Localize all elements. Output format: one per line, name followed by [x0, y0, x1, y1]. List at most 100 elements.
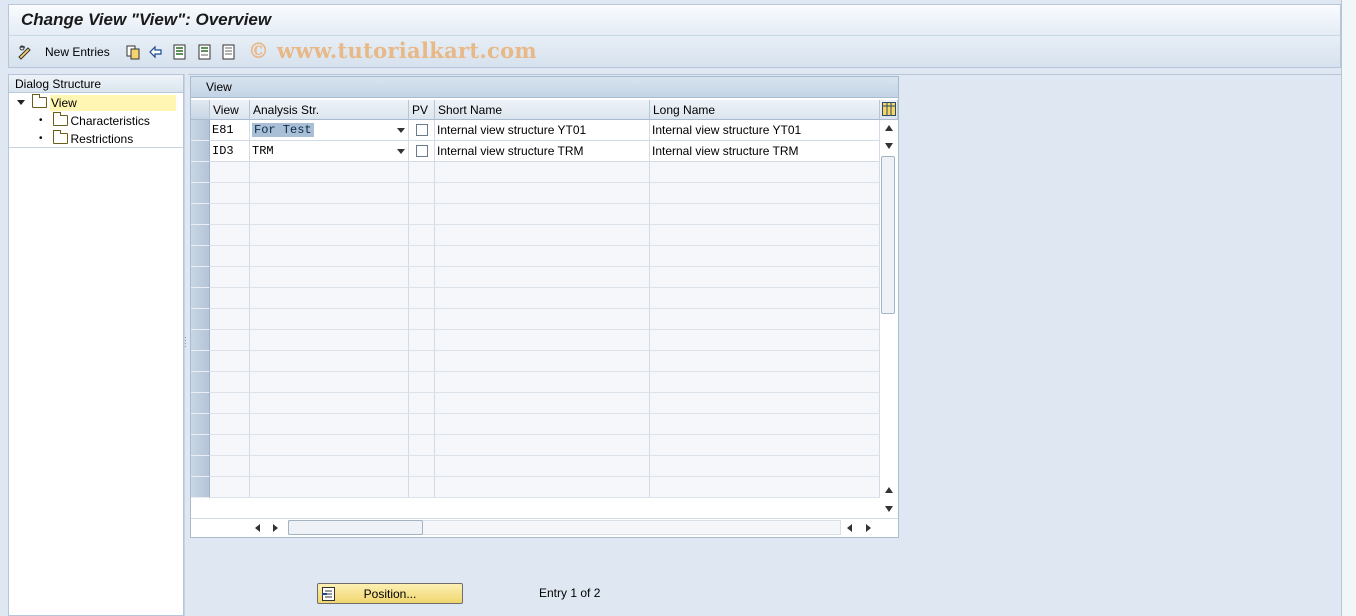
empty-cell[interactable] — [210, 435, 250, 456]
row-selector[interactable] — [191, 414, 210, 435]
dropdown-arrow-icon[interactable] — [397, 149, 405, 154]
empty-cell[interactable] — [650, 162, 880, 183]
empty-cell[interactable] — [250, 246, 409, 267]
empty-cell[interactable] — [409, 456, 435, 477]
empty-cell[interactable] — [250, 288, 409, 309]
table-settings-button[interactable] — [880, 100, 898, 120]
cell-short-name[interactable]: Internal view structure YT01 — [435, 120, 650, 141]
scroll-left-icon[interactable] — [255, 524, 260, 532]
pv-checkbox[interactable] — [416, 145, 428, 157]
empty-cell[interactable] — [250, 435, 409, 456]
empty-cell[interactable] — [435, 330, 650, 351]
empty-cell[interactable] — [250, 330, 409, 351]
new-entries-button[interactable]: New Entries — [17, 42, 110, 62]
empty-cell[interactable] — [210, 372, 250, 393]
scroll-up-icon[interactable] — [885, 125, 893, 131]
empty-cell[interactable] — [250, 204, 409, 225]
deselect-all-icon[interactable] — [221, 44, 237, 60]
empty-cell[interactable] — [210, 183, 250, 204]
cell-long-name[interactable]: Internal view structure TRM — [650, 141, 880, 162]
column-header-pv[interactable]: PV — [409, 100, 435, 120]
row-selector[interactable] — [191, 183, 210, 204]
empty-cell[interactable] — [250, 225, 409, 246]
row-selector[interactable] — [191, 351, 210, 372]
empty-cell[interactable] — [409, 267, 435, 288]
empty-cell[interactable] — [210, 225, 250, 246]
copy-as-icon[interactable] — [125, 44, 141, 60]
scroll-page-up-icon[interactable] — [885, 487, 893, 493]
empty-cell[interactable] — [409, 309, 435, 330]
empty-cell[interactable] — [250, 393, 409, 414]
empty-cell[interactable] — [250, 351, 409, 372]
empty-cell[interactable] — [409, 183, 435, 204]
empty-cell[interactable] — [650, 225, 880, 246]
empty-cell[interactable] — [210, 351, 250, 372]
empty-cell[interactable] — [650, 288, 880, 309]
cell-view[interactable]: ID3 — [210, 141, 250, 162]
empty-cell[interactable] — [650, 309, 880, 330]
empty-cell[interactable] — [409, 351, 435, 372]
row-selector[interactable] — [191, 435, 210, 456]
pv-checkbox[interactable] — [416, 124, 428, 136]
empty-cell[interactable] — [409, 372, 435, 393]
empty-cell[interactable] — [210, 477, 250, 498]
row-selector[interactable] — [191, 141, 210, 162]
row-selector[interactable] — [191, 246, 210, 267]
empty-cell[interactable] — [435, 288, 650, 309]
column-header-long-name[interactable]: Long Name — [650, 100, 880, 120]
row-selector[interactable] — [191, 330, 210, 351]
splitter-grip-icon[interactable]: · · · · — [184, 333, 187, 351]
empty-cell[interactable] — [435, 393, 650, 414]
empty-cell[interactable] — [210, 393, 250, 414]
empty-cell[interactable] — [409, 162, 435, 183]
cell-short-name[interactable]: Internal view structure TRM — [435, 141, 650, 162]
empty-cell[interactable] — [250, 414, 409, 435]
empty-cell[interactable] — [650, 477, 880, 498]
vertical-scrollbar[interactable] — [880, 120, 898, 518]
empty-cell[interactable] — [650, 267, 880, 288]
empty-cell[interactable] — [250, 456, 409, 477]
position-button[interactable]: Position... — [317, 583, 463, 604]
scroll-right-icon[interactable] — [273, 524, 278, 532]
empty-cell[interactable] — [650, 246, 880, 267]
column-header-short-name[interactable]: Short Name — [435, 100, 650, 120]
empty-cell[interactable] — [435, 204, 650, 225]
horizontal-scrollbar[interactable] — [191, 518, 898, 537]
scroll-down-icon[interactable] — [885, 143, 893, 149]
empty-cell[interactable] — [210, 456, 250, 477]
empty-cell[interactable] — [650, 183, 880, 204]
empty-cell[interactable] — [435, 351, 650, 372]
empty-cell[interactable] — [409, 414, 435, 435]
empty-cell[interactable] — [409, 477, 435, 498]
empty-cell[interactable] — [250, 309, 409, 330]
empty-cell[interactable] — [409, 204, 435, 225]
row-selector[interactable] — [191, 225, 210, 246]
empty-cell[interactable] — [435, 162, 650, 183]
row-selector[interactable] — [191, 288, 210, 309]
dropdown-arrow-icon[interactable] — [397, 128, 405, 133]
empty-cell[interactable] — [409, 435, 435, 456]
vertical-scroll-thumb[interactable] — [881, 156, 895, 314]
empty-cell[interactable] — [435, 246, 650, 267]
empty-cell[interactable] — [210, 288, 250, 309]
scroll-page-down-icon[interactable] — [885, 506, 893, 512]
empty-cell[interactable] — [210, 162, 250, 183]
empty-cell[interactable] — [250, 267, 409, 288]
empty-cell[interactable] — [435, 414, 650, 435]
empty-cell[interactable] — [210, 246, 250, 267]
empty-cell[interactable] — [435, 225, 650, 246]
empty-cell[interactable] — [435, 456, 650, 477]
empty-cell[interactable] — [210, 414, 250, 435]
cell-analysis-str[interactable]: For Test — [250, 120, 409, 141]
empty-cell[interactable] — [650, 351, 880, 372]
empty-cell[interactable] — [435, 267, 650, 288]
select-block-icon[interactable] — [197, 44, 213, 60]
undo-icon[interactable] — [147, 44, 163, 60]
empty-cell[interactable] — [435, 435, 650, 456]
empty-cell[interactable] — [650, 414, 880, 435]
select-all-rows-button[interactable] — [191, 100, 210, 120]
column-header-view[interactable]: View — [210, 100, 250, 120]
cell-long-name[interactable]: Internal view structure YT01 — [650, 120, 880, 141]
empty-cell[interactable] — [250, 183, 409, 204]
column-header-analysis-str[interactable]: Analysis Str. — [250, 100, 409, 120]
